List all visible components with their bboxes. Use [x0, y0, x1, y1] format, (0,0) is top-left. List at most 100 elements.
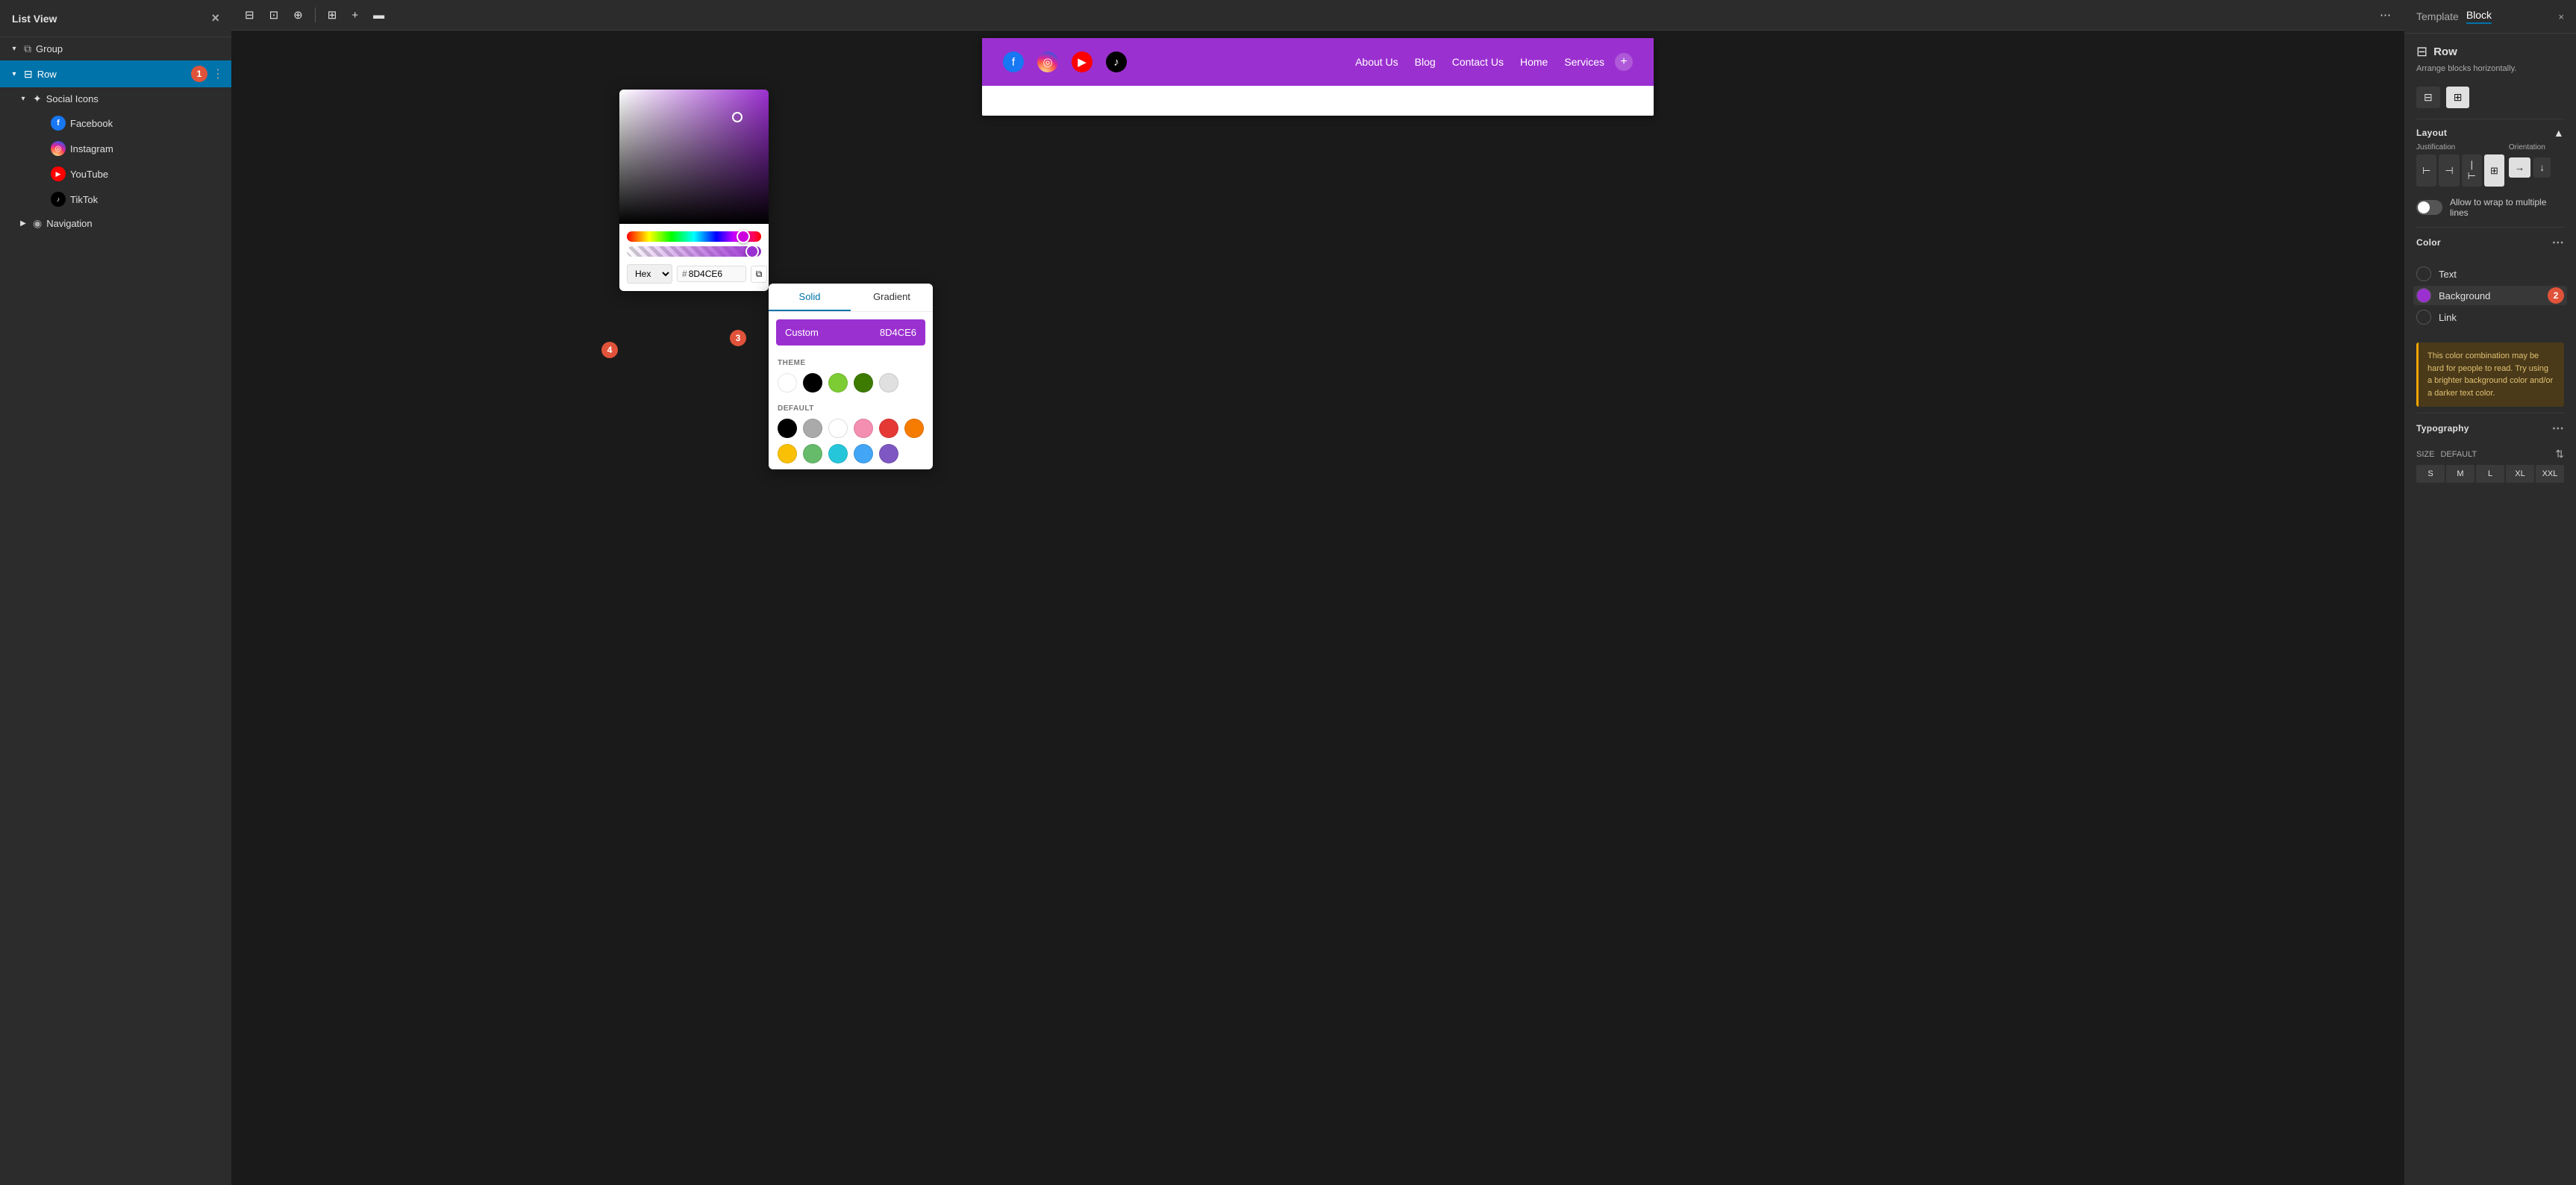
theme-swatch-grey[interactable] — [879, 373, 898, 393]
color-section-header: Color ⋯ — [2404, 228, 2576, 254]
more-icon[interactable]: ⋮ — [212, 66, 224, 81]
tree-item-youtube[interactable]: ▶ YouTube — [0, 161, 231, 187]
custom-color-row[interactable]: Custom 8D4CE6 — [776, 319, 925, 346]
block-button[interactable]: ▬ — [367, 5, 390, 25]
list-view-title: List View — [12, 13, 57, 25]
default-swatch-cyan[interactable] — [828, 444, 848, 463]
size-label-row: SIZE DEFAULT ⇅ — [2416, 448, 2564, 460]
link-color-label: Link — [2439, 312, 2457, 323]
color-more-icon[interactable]: ⋯ — [2552, 235, 2564, 250]
default-swatch-yellow[interactable] — [778, 444, 797, 463]
right-panel-header: Template Block × — [2404, 0, 2576, 34]
default-swatches — [778, 419, 924, 438]
block-tab[interactable]: Block — [2466, 9, 2492, 24]
chevron-right-icon: ▶ — [18, 219, 28, 228]
layout-grid: Justification ⊢ ⊣ |⊢ ⊞ Orientation → ↓ — [2404, 143, 2576, 187]
background-color-row[interactable]: Background 2 — [2413, 286, 2567, 305]
copy-button[interactable]: ⧉ — [751, 266, 768, 283]
badge-1: 1 — [191, 66, 207, 82]
default-swatch-red[interactable] — [879, 419, 898, 438]
tree-item-label: TikTok — [70, 194, 224, 205]
size-s-button[interactable]: S — [2416, 465, 2445, 483]
size-xxl-button[interactable]: XXL — [2536, 465, 2564, 483]
theme-swatch-white[interactable] — [778, 373, 797, 393]
toolbar-bar: ⊟ ⊡ ⊕ ⊞ + ▬ ⋯ — [231, 0, 2404, 31]
orientation-buttons: → ↓ — [2509, 154, 2564, 185]
nav-contact[interactable]: Contact Us — [1452, 56, 1504, 68]
solid-tab[interactable]: Solid — [769, 284, 851, 311]
align-button[interactable]: ⊡ — [263, 4, 285, 25]
just-btn-center[interactable]: ⊣ — [2439, 154, 2459, 187]
size-adjust-icon[interactable]: ⇅ — [2555, 448, 2564, 460]
default-swatch-grey[interactable] — [803, 419, 822, 438]
default-swatch-orange[interactable] — [904, 419, 924, 438]
theme-swatch-green[interactable] — [828, 373, 848, 393]
just-btn-left[interactable]: ⊢ — [2416, 154, 2436, 187]
close-icon[interactable]: × — [211, 10, 219, 26]
navigation-icon: ◉ — [33, 217, 42, 230]
social-icons-icon: ✦ — [33, 93, 42, 105]
size-l-button[interactable]: L — [2476, 465, 2504, 483]
more-options-button[interactable]: ⋯ — [2374, 4, 2397, 25]
orient-horizontal-button[interactable]: → — [2509, 157, 2530, 178]
tree-item-group[interactable]: ▾ ⧉ Group — [0, 37, 231, 60]
nav-about[interactable]: About Us — [1355, 56, 1398, 68]
just-btn-between[interactable]: ⊞ — [2484, 154, 2504, 187]
typography-section-header: Typography ⋯ — [2404, 413, 2576, 440]
layout-toggle-icon[interactable]: ▲ — [2554, 127, 2564, 139]
text-color-row[interactable]: Text — [2416, 266, 2564, 281]
color-gradient-box[interactable] — [619, 90, 769, 224]
default-swatch-white[interactable] — [828, 419, 848, 438]
default-swatch-black[interactable] — [778, 419, 797, 438]
color-label: Color — [2416, 237, 2441, 248]
default-swatch-lightgreen[interactable] — [803, 444, 822, 463]
left-panel: List View × ▾ ⧉ Group ▾ ⊟ Row 1 ⋮ ▾ ✦ So… — [0, 0, 231, 1185]
tree-item-instagram[interactable]: ◎ Instagram — [0, 136, 231, 161]
icon-btn-2[interactable]: ⊞ — [2446, 87, 2470, 108]
preview-add-button[interactable]: + — [1615, 53, 1633, 71]
duplicate-button[interactable]: ⊟ — [239, 4, 260, 25]
hex-input[interactable] — [689, 269, 741, 279]
icon-btn-1[interactable]: ⊟ — [2416, 87, 2440, 108]
tree-item-label: Group — [36, 43, 224, 54]
typography-more-icon[interactable]: ⋯ — [2552, 421, 2564, 436]
size-xl-button[interactable]: XL — [2506, 465, 2534, 483]
nav-services[interactable]: Services — [1564, 56, 1604, 68]
size-buttons: S M L XL XXL — [2416, 465, 2564, 483]
alpha-slider[interactable] — [627, 246, 761, 257]
default-swatch-pink[interactable] — [854, 419, 873, 438]
tree-item-social-icons[interactable]: ▾ ✦ Social Icons — [0, 87, 231, 110]
block-title-row: ⊟ Row — [2404, 34, 2576, 63]
tree-item-row[interactable]: ▾ ⊟ Row 1 ⋮ — [0, 60, 231, 87]
nav-blog[interactable]: Blog — [1415, 56, 1436, 68]
template-tab[interactable]: Template — [2416, 10, 2459, 22]
badge-4-container: 4 — [601, 342, 618, 358]
orient-vertical-button[interactable]: ↓ — [2533, 157, 2551, 178]
add-button[interactable]: + — [346, 5, 364, 25]
tree-item-tiktok[interactable]: ♪ TikTok — [0, 187, 231, 212]
block-desc: Arrange blocks horizontally. — [2404, 63, 2576, 82]
wrap-toggle[interactable] — [2416, 200, 2442, 215]
chevron-down-icon: ▾ — [18, 95, 28, 103]
just-btn-right[interactable]: |⊢ — [2462, 154, 2482, 187]
hue-slider[interactable] — [627, 231, 761, 242]
color-picker-circle[interactable] — [732, 112, 743, 122]
theme-swatch-darkgreen[interactable] — [854, 373, 873, 393]
layout-section-header: Layout ▲ — [2404, 119, 2576, 143]
color-section: Text Background 2 Link — [2404, 254, 2576, 337]
nav-home[interactable]: Home — [1520, 56, 1548, 68]
link-color-row[interactable]: Link — [2416, 310, 2564, 325]
justify-button[interactable]: ⊞ — [322, 4, 343, 25]
move-button[interactable]: ⊕ — [287, 4, 309, 25]
size-m-button[interactable]: M — [2446, 465, 2475, 483]
right-panel-close-icon[interactable]: × — [2558, 11, 2564, 22]
default-swatch-blue[interactable] — [854, 444, 873, 463]
default-swatch-purple[interactable] — [879, 444, 898, 463]
tree-item-navigation[interactable]: ▶ ◉ Navigation — [0, 212, 231, 235]
tree-item-facebook[interactable]: f Facebook — [0, 110, 231, 136]
gradient-tab[interactable]: Gradient — [851, 284, 933, 311]
hex-format-select[interactable]: Hex RGB HSL — [627, 264, 672, 284]
typography-section: SIZE DEFAULT ⇅ S M L XL XXL — [2404, 440, 2576, 490]
hex-row: Hex RGB HSL # ⧉ — [619, 264, 769, 291]
theme-swatch-black[interactable] — [803, 373, 822, 393]
